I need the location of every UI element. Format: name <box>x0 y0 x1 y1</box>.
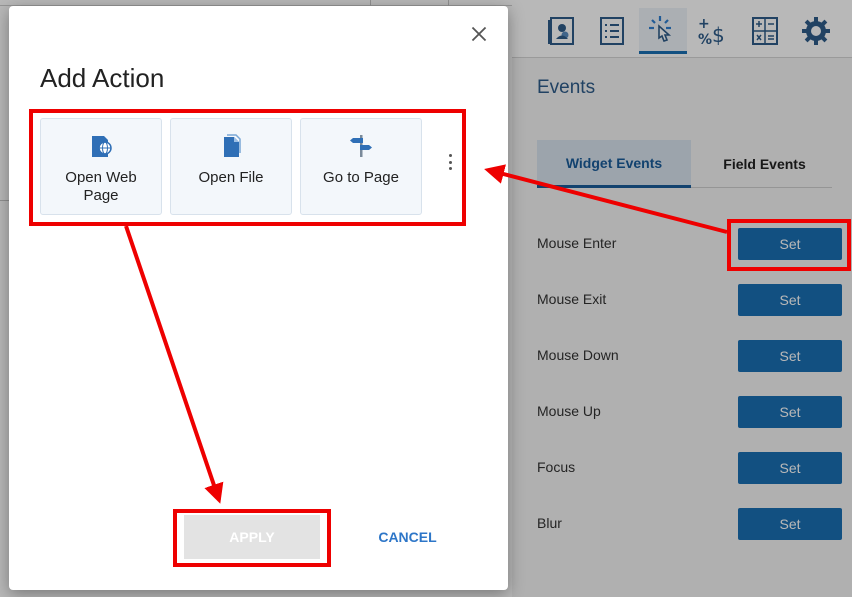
panel-title: Events <box>537 77 596 98</box>
event-row-focus: Focus Set <box>537 452 847 484</box>
set-button-focus[interactable]: Set <box>738 452 842 484</box>
event-row-mouse-up: Mouse Up Set <box>537 396 847 428</box>
action-label: Go to Page <box>323 169 399 186</box>
svg-text:+: + <box>698 16 710 32</box>
signpost-icon <box>350 135 372 157</box>
event-label: Mouse Enter <box>537 235 617 251</box>
web-page-icon <box>92 136 112 157</box>
event-tabs: Widget Events Field Events <box>537 140 832 188</box>
close-icon <box>471 26 487 42</box>
panel-toolbar: +% $ <box>512 0 852 58</box>
calculation-icon[interactable]: +% $ <box>690 8 736 54</box>
file-icon <box>224 134 241 157</box>
event-row-mouse-exit: Mouse Exit Set <box>537 284 847 316</box>
properties-panel: +% $ Events Widget Events Field Events Mo… <box>512 0 852 597</box>
event-row-mouse-enter: Mouse Enter Set <box>537 228 847 260</box>
set-button-mouse-down[interactable]: Set <box>738 340 842 372</box>
svg-text:$: $ <box>712 23 725 47</box>
close-button[interactable] <box>468 23 490 45</box>
action-open-file[interactable]: Open File <box>170 118 292 215</box>
apply-button[interactable]: APPLY <box>184 515 320 559</box>
event-label: Focus <box>537 459 576 475</box>
action-label: Open Web Page <box>65 169 137 204</box>
dialog-title: Add Action <box>40 63 165 93</box>
checklist-icon[interactable] <box>589 8 635 54</box>
contact-card-icon[interactable] <box>539 8 585 54</box>
action-go-to-page[interactable]: Go to Page <box>300 118 422 215</box>
add-action-dialog: Add Action Open Web Page Open File Go to… <box>9 6 508 590</box>
event-label: Mouse Up <box>537 403 601 419</box>
event-label: Mouse Exit <box>537 291 607 307</box>
event-label: Blur <box>537 515 562 531</box>
more-options-icon[interactable] <box>443 151 457 173</box>
set-button-mouse-enter[interactable]: Set <box>738 228 842 260</box>
event-row-blur: Blur Set <box>537 508 847 540</box>
tab-widget-events[interactable]: Widget Events <box>537 140 691 188</box>
click-events-icon[interactable] <box>639 8 687 54</box>
tab-field-events[interactable]: Field Events <box>697 140 832 188</box>
event-label: Mouse Down <box>537 347 619 363</box>
svg-text:%: % <box>698 32 712 48</box>
cancel-button[interactable]: CANCEL <box>370 523 445 551</box>
calculator-icon[interactable] <box>742 8 788 54</box>
set-button-blur[interactable]: Set <box>738 508 842 540</box>
gear-icon[interactable] <box>793 8 839 54</box>
set-button-mouse-up[interactable]: Set <box>738 396 842 428</box>
set-button-mouse-exit[interactable]: Set <box>738 284 842 316</box>
action-open-web-page[interactable]: Open Web Page <box>40 118 162 215</box>
event-row-mouse-down: Mouse Down Set <box>537 340 847 372</box>
action-label: Open File <box>198 169 264 186</box>
